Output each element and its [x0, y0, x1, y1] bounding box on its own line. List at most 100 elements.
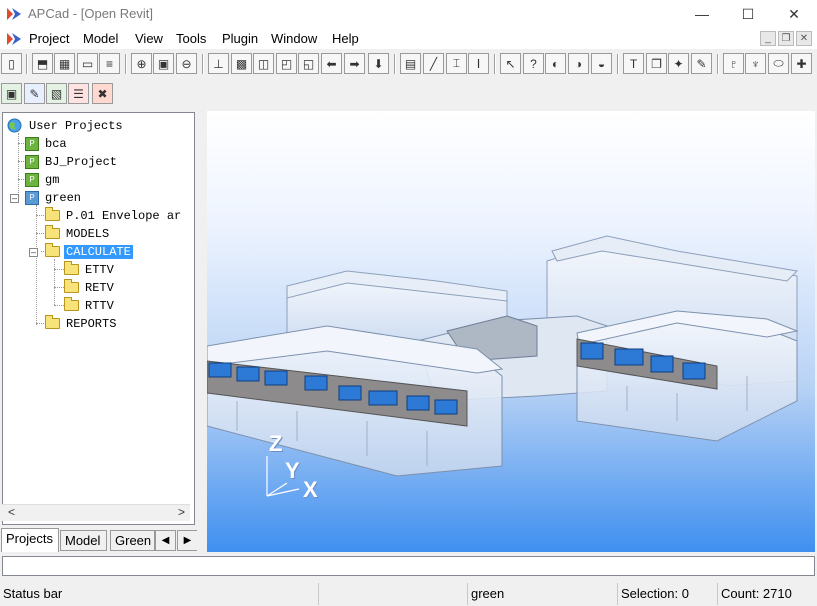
- tree-project-bj-project[interactable]: P BJ_Project: [25, 153, 119, 170]
- project-open-button[interactable]: ▧: [46, 83, 67, 104]
- view-front-button[interactable]: ◫: [253, 53, 274, 74]
- hierarchy-add-button[interactable]: ♆: [745, 53, 766, 74]
- folder-icon: [45, 225, 60, 239]
- mdi-restore-button[interactable]: ❐: [778, 31, 794, 46]
- lock-button[interactable]: ☰: [68, 83, 89, 104]
- tree-project-gm[interactable]: P gm: [25, 171, 61, 188]
- view-back-button[interactable]: ◰: [276, 53, 297, 74]
- tab-prev-button[interactable]: ◀: [155, 530, 176, 551]
- menu-help[interactable]: Help: [332, 31, 359, 46]
- new-doc-button[interactable]: ▯: [1, 53, 22, 74]
- tree-project-label: BJ_Project: [45, 154, 118, 169]
- hide-button[interactable]: ◐: [545, 53, 566, 74]
- query-button[interactable]: ?: [523, 53, 544, 74]
- model-viewport[interactable]: Z Y X: [207, 111, 815, 552]
- tree-folder-calculate[interactable]: CALCULATE: [45, 243, 133, 260]
- hierarchy-plus-button[interactable]: ✚: [791, 53, 812, 74]
- project-icon: P: [25, 154, 39, 169]
- project-tree[interactable]: User Projects P bca P BJ_Project P gm – …: [2, 112, 195, 525]
- query-icon: ?: [530, 56, 537, 71]
- document-app-icon[interactable]: [6, 31, 22, 47]
- beam-icon: ⌶: [452, 56, 461, 70]
- edit-button[interactable]: ✎: [691, 53, 712, 74]
- project-new-button[interactable]: ▣: [1, 83, 22, 104]
- axis-x-label: X: [303, 477, 318, 502]
- tree-folder-retv[interactable]: RETV: [64, 279, 116, 296]
- folder-icon: [64, 297, 79, 311]
- view-side-button[interactable]: ◱: [298, 53, 319, 74]
- share-button[interactable]: ⬭: [768, 53, 789, 74]
- menu-view[interactable]: View: [135, 31, 163, 46]
- status-spacer: [318, 583, 467, 605]
- copy-icon: ❐: [651, 56, 662, 71]
- maximize-button[interactable]: ☐: [725, 0, 771, 28]
- scroll-right-arrow[interactable]: >: [178, 505, 185, 519]
- list-button[interactable]: ≡: [99, 53, 120, 74]
- table-button[interactable]: ▦: [54, 53, 75, 74]
- tab-model[interactable]: Model: [60, 530, 107, 551]
- view-right-button[interactable]: ➡: [344, 53, 365, 74]
- view-down-button[interactable]: ⬇: [368, 53, 389, 74]
- command-input[interactable]: [2, 556, 815, 576]
- zoom-out-button[interactable]: ⊖: [176, 53, 197, 74]
- panel-tabs: Projects Model Green l ◀ ▶: [0, 527, 200, 552]
- save-button[interactable]: ▣: [153, 53, 174, 74]
- zoom-in-button[interactable]: ⊕: [131, 53, 152, 74]
- tree-folder-models[interactable]: MODELS: [45, 225, 111, 242]
- building-model-render: [207, 235, 799, 497]
- text-button[interactable]: T: [623, 53, 644, 74]
- scroll-left-arrow[interactable]: <: [8, 505, 15, 519]
- copy-button[interactable]: ❐: [646, 53, 667, 74]
- column-button[interactable]: Ⅰ: [468, 53, 489, 74]
- filter-button[interactable]: ◒: [591, 53, 612, 74]
- project-edit-button[interactable]: ✎: [24, 83, 45, 104]
- column-icon: Ⅰ: [476, 56, 481, 71]
- close-button[interactable]: ✕: [771, 0, 817, 28]
- menu-window[interactable]: Window: [271, 31, 317, 46]
- tab-projects[interactable]: Projects: [1, 528, 59, 552]
- beam-button[interactable]: ⌶: [446, 53, 467, 74]
- mdi-minimize-button[interactable]: _: [760, 31, 776, 46]
- tab-green[interactable]: Green l: [110, 530, 155, 551]
- tree-folder-label: ETTV: [85, 262, 114, 277]
- show-button[interactable]: ◑: [568, 53, 589, 74]
- menu-model[interactable]: Model: [83, 31, 118, 46]
- collapse-green-toggle[interactable]: –: [10, 194, 19, 203]
- import-button[interactable]: ⬒: [32, 53, 53, 74]
- folder-icon: [64, 279, 79, 293]
- menu-tools[interactable]: Tools: [176, 31, 206, 46]
- cube-button[interactable]: ▩: [231, 53, 252, 74]
- project-edit-icon: ✎: [29, 86, 40, 101]
- tree-horizontal-scrollbar[interactable]: < >: [2, 504, 190, 521]
- line-button[interactable]: ╱: [423, 53, 444, 74]
- hierarchy-button[interactable]: ♇: [723, 53, 744, 74]
- tree-project-bca[interactable]: P bca: [25, 135, 69, 152]
- tree-folder-rttv[interactable]: RTTV: [64, 297, 116, 314]
- window-button[interactable]: ▭: [77, 53, 98, 74]
- tree-root[interactable]: User Projects: [7, 117, 125, 134]
- axis-button[interactable]: ⊥: [208, 53, 229, 74]
- compass-button[interactable]: ✦: [668, 53, 689, 74]
- menu-project[interactable]: Project: [29, 31, 69, 46]
- properties-button[interactable]: ▤: [400, 53, 421, 74]
- collapse-calculate-toggle[interactable]: –: [29, 248, 38, 257]
- select-button[interactable]: ↖: [500, 53, 521, 74]
- status-selection: Selection: 0: [617, 583, 716, 605]
- view-left-button[interactable]: ⬅: [321, 53, 342, 74]
- minimize-button[interactable]: —: [679, 0, 725, 28]
- app-logo-icon: [7, 8, 21, 20]
- view-down-icon: ⬇: [373, 56, 384, 71]
- tree-folder-reports[interactable]: REPORTS: [45, 315, 118, 332]
- project-icon: P: [25, 136, 39, 151]
- line-icon: ╱: [429, 56, 438, 71]
- tab-next-button[interactable]: ▶: [177, 530, 198, 551]
- tree-folder-envelope[interactable]: P.01 Envelope ar: [45, 207, 183, 224]
- tree-project-green[interactable]: P green: [25, 189, 83, 206]
- new-doc-icon: ▯: [8, 56, 15, 71]
- menu-plugin[interactable]: Plugin: [222, 31, 258, 46]
- tree-folder-ettv[interactable]: ETTV: [64, 261, 116, 278]
- open-project-icon: P: [25, 190, 39, 205]
- panel-splitter[interactable]: [197, 111, 206, 552]
- delete-button[interactable]: ✖: [92, 83, 113, 104]
- mdi-close-button[interactable]: ✕: [796, 31, 812, 46]
